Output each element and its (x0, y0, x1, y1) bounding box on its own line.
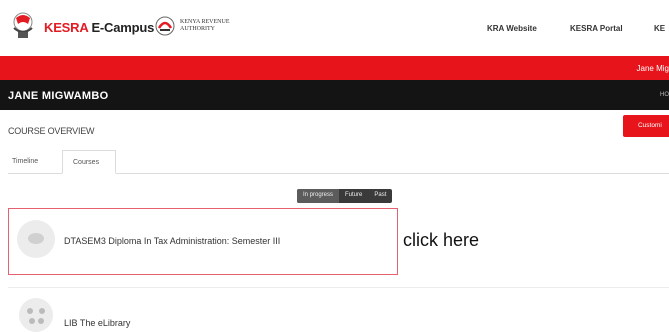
tab-timeline[interactable]: Timeline (12, 158, 38, 180)
nav-more[interactable]: KE (654, 24, 665, 33)
library-icon (19, 298, 53, 332)
red-banner (0, 56, 669, 80)
site-brand[interactable]: KESRA E-Campus (44, 20, 154, 35)
kesra-emblem-icon[interactable] (8, 10, 38, 42)
click-here-annotation: click here (403, 230, 480, 250)
user-name: JANE MIGWAMBO (8, 90, 109, 102)
course-link-elibrary[interactable]: LIB The eLibrary (64, 318, 130, 328)
filter-future[interactable]: Future (339, 189, 368, 203)
nav-kesra-portal[interactable]: KESRA Portal (570, 24, 623, 33)
filter-in-progress[interactable]: In progress (297, 189, 340, 203)
kra-logo-text: KENYA REVENUE AUTHORITY (180, 19, 230, 32)
nav-kra-website[interactable]: KRA Website (487, 24, 537, 33)
row-divider (8, 287, 669, 288)
customise-label: Customi (638, 122, 662, 129)
breadcrumb-home[interactable]: HO (660, 92, 669, 98)
tab-courses-label: Courses (73, 159, 100, 166)
brand-ecampus: E-Campus (88, 20, 155, 35)
filter-past[interactable]: Past (368, 189, 392, 203)
tab-courses[interactable]: Courses (62, 150, 116, 174)
user-menu[interactable]: Jane Mig (637, 64, 669, 73)
highlight-box (8, 208, 398, 275)
course-filter: In progress Future Past (297, 189, 393, 203)
brand-kesra: KESRA (44, 20, 89, 35)
customise-button[interactable]: Customi (623, 115, 669, 137)
kra-logo-icon (155, 16, 175, 36)
page-title: COURSE OVERVIEW (8, 126, 95, 136)
